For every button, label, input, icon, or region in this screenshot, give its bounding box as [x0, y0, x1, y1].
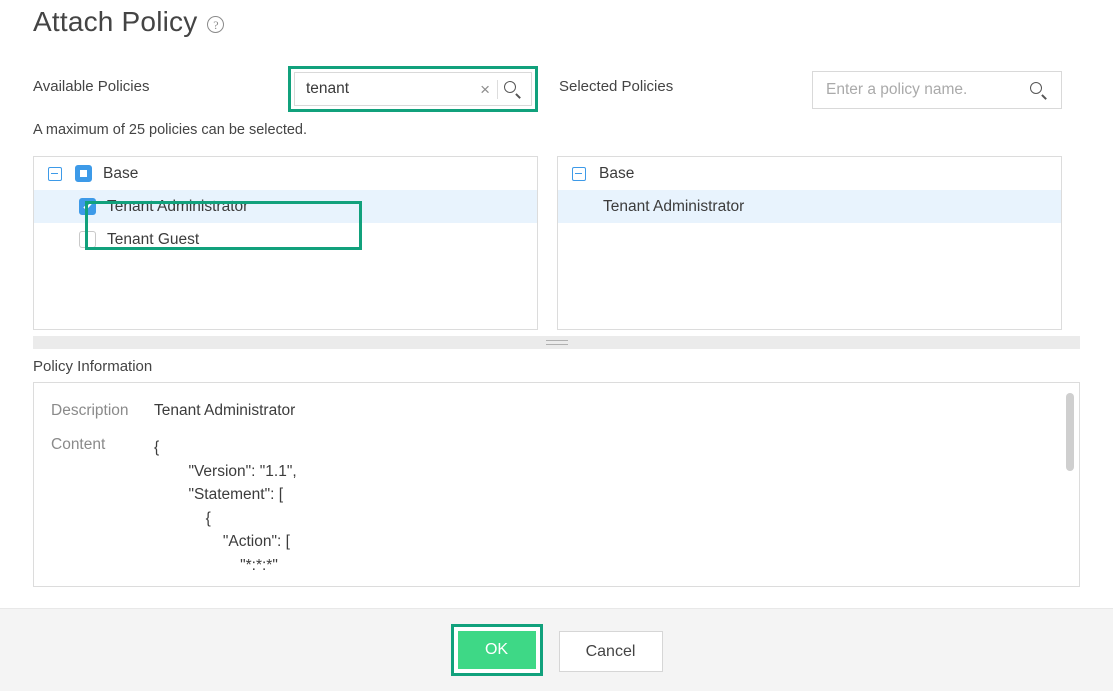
tree-item-tenant-guest[interactable]: Tenant Guest [34, 223, 537, 256]
item-checkbox[interactable] [79, 198, 96, 215]
search-icon[interactable] [503, 80, 522, 99]
cancel-button[interactable]: Cancel [558, 631, 663, 672]
tree-item-tenant-administrator[interactable]: Tenant Administrator [558, 190, 1061, 223]
content-key: Content [51, 436, 106, 453]
available-policies-label: Available Policies [33, 78, 150, 95]
panel-resize-handle[interactable] [33, 336, 1080, 349]
selected-policies-tree[interactable]: Base Tenant Administrator [557, 156, 1062, 330]
available-search-inner[interactable]: × [294, 72, 532, 106]
selected-search-input[interactable] [826, 81, 1029, 99]
max-policies-note: A maximum of 25 policies can be selected… [33, 122, 308, 138]
policy-information-scrollbar[interactable] [1066, 393, 1074, 471]
ok-focus-ring: OK [450, 624, 543, 676]
tree-item-label: Tenant Guest [107, 230, 200, 248]
selected-search-box[interactable] [812, 71, 1062, 109]
clear-icon[interactable]: × [474, 81, 496, 98]
tree-group-label: Base [103, 164, 139, 182]
collapse-minus-icon[interactable] [572, 166, 586, 181]
policy-information-label: Policy Information [33, 358, 153, 375]
item-checkbox[interactable] [79, 231, 96, 248]
description-key: Description [51, 402, 129, 419]
tree-item-label: Tenant Administrator [107, 197, 249, 215]
grip-icon [545, 340, 568, 345]
group-checkbox[interactable] [75, 165, 92, 182]
question-circle-icon[interactable]: ? [207, 16, 225, 33]
description-field: Description Tenant Administrator [34, 383, 1079, 420]
available-search-box[interactable]: × [288, 66, 538, 112]
collapse-minus-icon[interactable] [48, 166, 62, 181]
selected-policies-label: Selected Policies [559, 78, 674, 95]
content-value: { "Version": "1.1", "Statement": [ { "Ac… [154, 439, 297, 574]
dialog-header: Attach Policy ? [33, 6, 225, 38]
dialog-footer: OK Cancel [0, 608, 1113, 691]
content-field: Content { "Version": "1.1", "Statement":… [34, 420, 1079, 577]
search-icon[interactable] [1029, 81, 1048, 100]
tree-group-label: Base [599, 164, 635, 182]
tree-group-base[interactable]: Base [34, 157, 537, 190]
search-divider [497, 79, 498, 99]
page-title: Attach Policy [33, 6, 198, 37]
available-policies-tree[interactable]: Base Tenant Administrator Tenant Guest [33, 156, 538, 330]
tree-group-base[interactable]: Base [558, 157, 1061, 190]
tree-item-label: Tenant Administrator [603, 197, 745, 215]
tree-item-tenant-administrator[interactable]: Tenant Administrator [34, 190, 537, 223]
available-search-input[interactable] [306, 80, 475, 98]
policy-information-panel: Description Tenant Administrator Content… [33, 382, 1080, 587]
ok-button[interactable]: OK [457, 631, 536, 669]
description-value: Tenant Administrator [154, 402, 296, 419]
